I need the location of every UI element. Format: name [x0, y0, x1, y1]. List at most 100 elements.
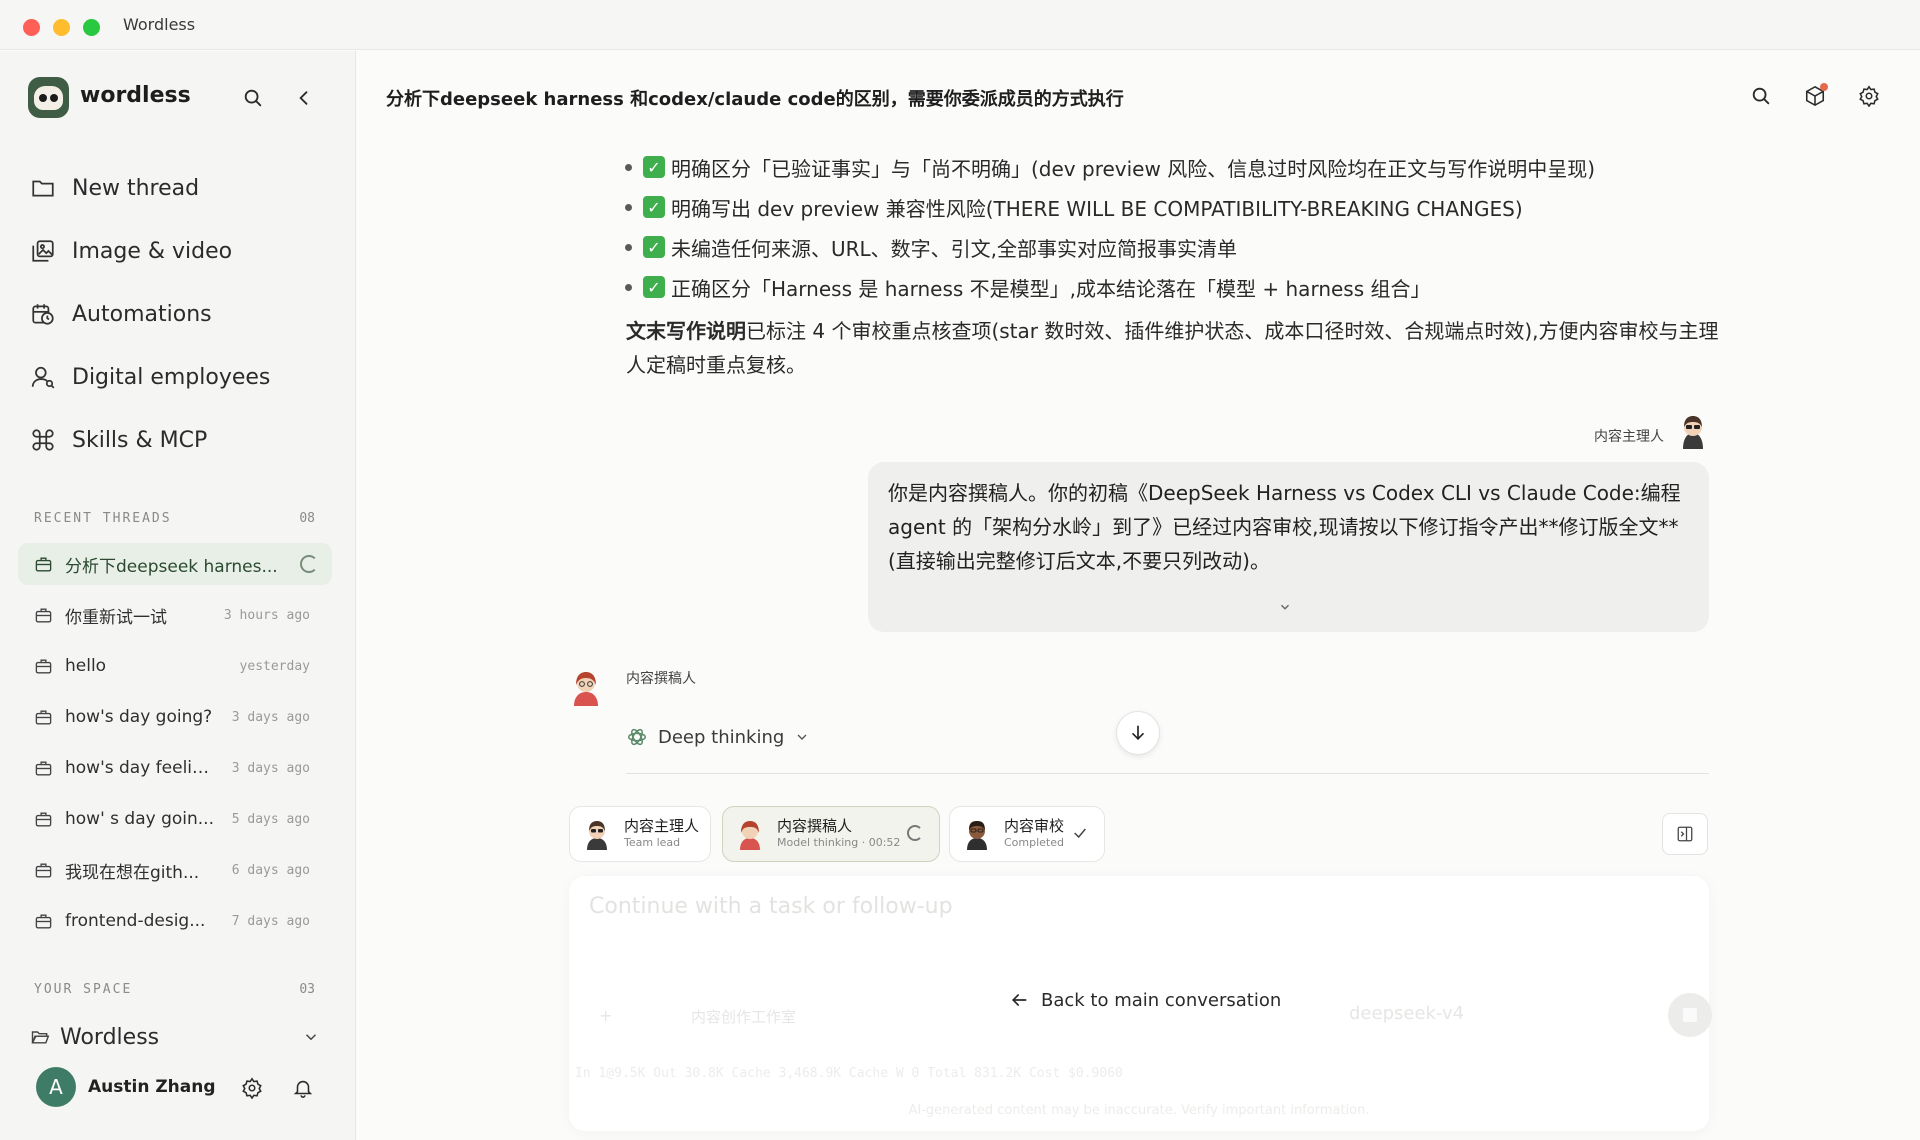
nav-automations[interactable]: Automations	[30, 292, 212, 336]
search-icon[interactable]	[1746, 81, 1776, 111]
avatar: A	[36, 1067, 76, 1107]
member-chip-reviewer[interactable]: 内容审校 Completed	[949, 806, 1105, 862]
thread-item[interactable]: 你重新试一试 3 hours ago	[18, 594, 332, 636]
space-name: Wordless	[60, 1024, 160, 1050]
thread-item[interactable]: how's day going? 3 days ago	[18, 696, 332, 738]
app-logo	[28, 77, 69, 118]
your-space-count: 03	[299, 982, 315, 997]
reviewer-avatar	[967, 821, 987, 850]
thread-name: 你重新试一试	[65, 607, 167, 628]
thread-item[interactable]: how' s day goin... 5 days ago	[18, 798, 332, 840]
minimize-window-button[interactable]	[53, 19, 70, 36]
brain-icon	[628, 728, 646, 746]
sidebar: wordless New thread Image & video Automa…	[0, 51, 356, 1140]
folder-icon	[32, 180, 54, 197]
close-window-button[interactable]	[23, 19, 40, 36]
nav-label: Automations	[72, 301, 212, 327]
briefcase-icon	[35, 709, 52, 725]
thread-name: 我现在想在gith...	[65, 862, 200, 883]
token-stats: In 1@9.5K Out 30.8K Cache 3,468.9K Cache…	[575, 1066, 1123, 1081]
briefcase-icon	[35, 760, 52, 776]
writer-avatar	[740, 821, 760, 850]
thread-name: hello	[65, 656, 107, 676]
user-message-bubble[interactable]: 你是内容撰稿人。你的初稿《DeepSeek Harness vs Codex C…	[868, 462, 1709, 632]
add-attachment-icon[interactable]: +	[599, 1006, 612, 1025]
briefcase-icon	[35, 658, 52, 674]
list-item: ✓ 明确写出 dev preview 兼容性风险(THERE WILL BE CO…	[625, 187, 1735, 227]
panel-toggle-button[interactable]	[1662, 813, 1708, 855]
lead-avatar	[587, 821, 607, 850]
writer-avatar	[574, 672, 598, 706]
thread-time: 5 days ago	[231, 811, 310, 827]
list-item: ✓ 未编造任何来源、URL、数字、引文,全部事实对应简报事实清单	[625, 227, 1735, 267]
message-input[interactable]: Continue with a task or follow-up	[589, 894, 953, 919]
thread-item[interactable]: 分析下deepseek harnes...	[18, 543, 332, 585]
model-selector[interactable]: deepseek-v4	[1349, 1003, 1464, 1024]
workspace-selector[interactable]: 内容创作工作室	[691, 1006, 796, 1027]
thread-name: 分析下deepseek harnes...	[65, 556, 278, 577]
arrow-down-icon	[1132, 725, 1144, 741]
thread-time: 3 days ago	[231, 709, 310, 725]
nav-label: New thread	[72, 175, 200, 201]
collapse-sidebar-icon[interactable]	[289, 83, 319, 113]
cube-icon[interactable]	[1800, 81, 1830, 111]
nav-new-thread[interactable]: New thread	[30, 166, 199, 210]
list-item-text: 未编造任何来源、URL、数字、引文,全部事实对应简报事实清单	[671, 236, 1238, 261]
list-item-text: 正确区分「Harness 是 harness 不是模型」,成本结论落在「模型 +…	[671, 276, 1431, 301]
sender-label: 内容主理人	[1594, 429, 1664, 445]
member-name: 内容撰稿人	[777, 817, 853, 835]
settings-gear-icon[interactable]	[237, 1073, 267, 1103]
member-name: 内容主理人	[624, 817, 700, 835]
thread-item[interactable]: 我现在想在gith... 6 days ago	[18, 849, 332, 891]
notification-dot	[1820, 83, 1828, 91]
main-panel: 分析下deepseek harness 和codex/claude code的区…	[357, 51, 1920, 1140]
loading-spinner-icon	[300, 555, 318, 573]
thread-item[interactable]: how's day feelin... 3 days ago	[18, 747, 332, 789]
check-icon	[1074, 828, 1086, 839]
thread-time: 7 days ago	[231, 913, 310, 929]
member-name: 内容审校	[1004, 817, 1065, 835]
briefcase-icon	[35, 607, 52, 623]
user-message-text: 你是内容撰稿人。你的初稿《DeepSeek Harness vs Codex C…	[888, 481, 1681, 573]
space-selector[interactable]: Wordless	[30, 1017, 320, 1057]
thread-item[interactable]: hello yesterday	[18, 645, 332, 687]
user-profile[interactable]: A Austin Zhang	[36, 1067, 326, 1109]
search-icon[interactable]	[238, 83, 268, 113]
bell-icon[interactable]	[288, 1073, 318, 1103]
nav-digital-employees[interactable]: Digital employees	[30, 355, 270, 399]
settings-gear-icon[interactable]	[1854, 81, 1884, 111]
agent-label: 内容撰稿人	[626, 671, 696, 687]
thread-time: 3 hours ago	[223, 607, 310, 623]
sidebar-panel-icon	[1677, 826, 1693, 842]
expand-chevron-icon[interactable]	[1278, 600, 1292, 614]
window-title: Wordless	[123, 15, 196, 34]
list-item: ✓ 明确区分「已验证事实」与「尚不明确」(dev preview 风险、信息过时风…	[625, 147, 1735, 187]
folder-open-icon	[31, 1031, 50, 1044]
summary-text: 已标注 4 个审校重点核查项(star 数时效、插件维护状态、成本口径时效、合规…	[626, 319, 1719, 377]
scroll-to-bottom-button[interactable]	[1116, 711, 1160, 755]
member-role: Model thinking · 00:52	[777, 836, 901, 849]
member-chip-lead[interactable]: 内容主理人 Team lead	[569, 806, 711, 862]
summary-bold: 文末写作说明	[626, 319, 746, 343]
briefcase-icon	[35, 862, 52, 878]
deep-thinking-toggle[interactable]: Deep thinking	[626, 722, 810, 752]
nav-label: Digital employees	[72, 364, 271, 390]
your-space-label: YOUR SPACE	[34, 982, 133, 997]
nav-skills-mcp[interactable]: Skills & MCP	[30, 418, 207, 462]
back-to-main-link[interactable]: Back to main conversation	[1009, 985, 1281, 1015]
member-chip-writer[interactable]: 内容撰稿人 Model thinking · 00:52	[722, 806, 940, 862]
summary-paragraph: 文末写作说明已标注 4 个审校重点核查项(star 数时效、插件维护状态、成本口…	[626, 314, 1726, 382]
nav-label: Skills & MCP	[72, 427, 208, 453]
thread-item[interactable]: frontend-desig... 7 days ago	[18, 900, 332, 942]
nav-image-video[interactable]: Image & video	[30, 229, 232, 273]
zoom-window-button[interactable]	[83, 19, 100, 36]
recent-threads-label: RECENT THREADS	[34, 511, 172, 526]
thread-title: 分析下deepseek harness 和codex/claude code的区…	[386, 89, 1124, 110]
thread-name: how's day feelin...	[65, 758, 215, 778]
assistant-message: ✓ 明确区分「已验证事实」与「尚不明确」(dev preview 风险、信息过时风…	[625, 147, 1735, 307]
user-name: Austin Zhang	[88, 1077, 216, 1097]
stop-button[interactable]	[1668, 993, 1712, 1037]
chevron-down-icon	[305, 1034, 317, 1041]
list-item: ✓ 正确区分「Harness 是 harness 不是模型」,成本结论落在「模型 …	[625, 267, 1735, 307]
brand-name: wordless	[80, 83, 191, 108]
